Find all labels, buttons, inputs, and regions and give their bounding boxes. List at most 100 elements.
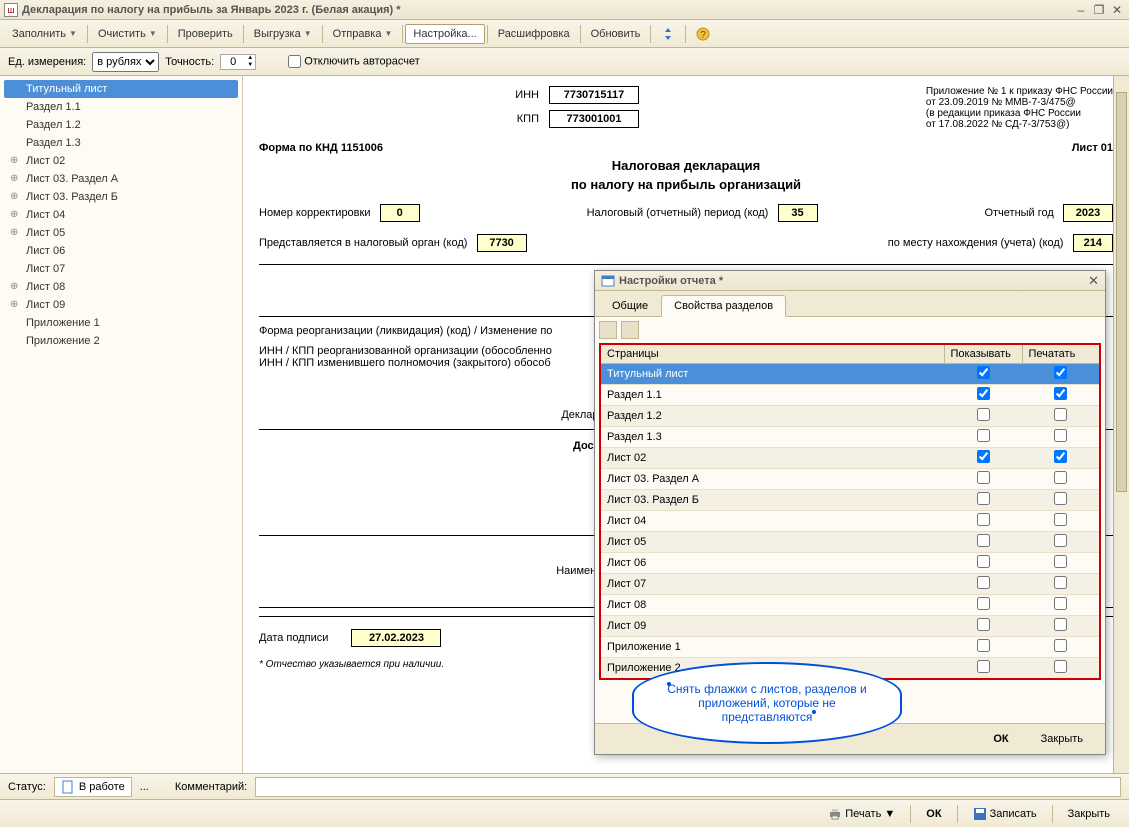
decode-button[interactable]: Расшифровка — [490, 24, 578, 44]
table-row[interactable]: Лист 03. Раздел Б — [600, 490, 1100, 511]
close-button-bottom[interactable]: Закрыть — [1057, 804, 1121, 824]
check-button[interactable]: Проверить — [170, 24, 241, 44]
nav-item[interactable]: Лист 08 — [4, 278, 238, 296]
print-checkbox[interactable] — [1054, 639, 1067, 652]
export-button[interactable]: Выгрузка▼ — [246, 24, 320, 44]
nav-item[interactable]: Раздел 1.2 — [4, 116, 238, 134]
minimize-button[interactable]: – — [1073, 3, 1089, 17]
show-checkbox[interactable] — [977, 429, 990, 442]
table-row[interactable]: Лист 03. Раздел А — [600, 469, 1100, 490]
status-field[interactable]: В работе — [54, 777, 132, 797]
status-picker-button[interactable]: ... — [140, 781, 149, 793]
ok-button[interactable]: ОК — [915, 804, 952, 824]
print-checkbox[interactable] — [1054, 492, 1067, 505]
precision-down[interactable]: ▼ — [245, 62, 255, 69]
nav-item[interactable]: Лист 07 — [4, 260, 238, 278]
save-button[interactable]: Записать — [962, 803, 1048, 825]
print-checkbox[interactable] — [1054, 618, 1067, 631]
send-button[interactable]: Отправка▼ — [325, 24, 401, 44]
dialog-ok-button[interactable]: ОК — [981, 730, 1020, 748]
print-checkbox[interactable] — [1054, 660, 1067, 673]
show-checkbox[interactable] — [977, 534, 990, 547]
table-row[interactable]: Лист 07 — [600, 574, 1100, 595]
table-row[interactable]: Лист 08 — [600, 595, 1100, 616]
show-checkbox[interactable] — [977, 597, 990, 610]
table-row[interactable]: Раздел 1.2 — [600, 406, 1100, 427]
inn-value[interactable]: 7730715117 — [549, 86, 639, 104]
precision-input[interactable] — [221, 56, 245, 68]
print-checkbox[interactable] — [1054, 513, 1067, 526]
show-checkbox[interactable] — [977, 408, 990, 421]
show-checkbox[interactable] — [977, 387, 990, 400]
organ-value[interactable]: 7730 — [477, 234, 527, 252]
print-checkbox[interactable] — [1054, 366, 1067, 379]
show-checkbox[interactable] — [977, 450, 990, 463]
help-icon[interactable]: ? — [688, 23, 718, 45]
nav-item[interactable]: Лист 03. Раздел А — [4, 170, 238, 188]
kpp-value[interactable]: 773001001 — [549, 110, 639, 128]
expand-all-icon[interactable] — [599, 321, 617, 339]
nav-item[interactable]: Лист 05 — [4, 224, 238, 242]
show-checkbox[interactable] — [977, 513, 990, 526]
units-select[interactable]: в рублях — [92, 52, 159, 72]
vertical-scrollbar[interactable] — [1113, 76, 1129, 773]
print-checkbox[interactable] — [1054, 534, 1067, 547]
nav-item[interactable]: Раздел 1.3 — [4, 134, 238, 152]
nav-item[interactable]: Лист 04 — [4, 206, 238, 224]
fill-button[interactable]: Заполнить▼ — [4, 24, 85, 44]
print-checkbox[interactable] — [1054, 471, 1067, 484]
refresh-button[interactable]: Обновить — [583, 24, 649, 44]
dialog-close-button[interactable]: Закрыть — [1029, 730, 1095, 748]
show-checkbox[interactable] — [977, 366, 990, 379]
table-row[interactable]: Раздел 1.1 — [600, 385, 1100, 406]
close-button[interactable]: ✕ — [1109, 3, 1125, 17]
collapse-all-icon[interactable] — [621, 321, 639, 339]
print-checkbox[interactable] — [1054, 597, 1067, 610]
print-checkbox[interactable] — [1054, 387, 1067, 400]
nav-item[interactable]: Титульный лист — [4, 80, 238, 98]
print-checkbox[interactable] — [1054, 450, 1067, 463]
table-row[interactable]: Раздел 1.3 — [600, 427, 1100, 448]
print-checkbox[interactable] — [1054, 576, 1067, 589]
table-row[interactable]: Лист 05 — [600, 532, 1100, 553]
show-checkbox[interactable] — [977, 576, 990, 589]
table-row[interactable]: Лист 02 — [600, 448, 1100, 469]
comment-input[interactable] — [255, 777, 1121, 797]
table-row[interactable]: Лист 04 — [600, 511, 1100, 532]
clear-button[interactable]: Очистить▼ — [90, 24, 165, 44]
autocalc-toggle[interactable]: Отключить авторасчет — [288, 55, 420, 68]
nav-item[interactable]: Приложение 1 — [4, 314, 238, 332]
nav-item[interactable]: Лист 06 — [4, 242, 238, 260]
nav-item[interactable]: Лист 09 — [4, 296, 238, 314]
dialog-close-icon[interactable]: ✕ — [1088, 273, 1099, 289]
precision-stepper[interactable]: ▲▼ — [220, 54, 256, 70]
table-row[interactable]: Лист 09 — [600, 616, 1100, 637]
print-checkbox[interactable] — [1054, 408, 1067, 421]
settings-button[interactable]: Настройка... — [405, 24, 484, 44]
show-checkbox[interactable] — [977, 492, 990, 505]
nav-item[interactable]: Лист 02 — [4, 152, 238, 170]
autocalc-checkbox[interactable] — [288, 55, 301, 68]
show-checkbox[interactable] — [977, 471, 990, 484]
maximize-button[interactable]: ❐ — [1091, 3, 1107, 17]
show-checkbox[interactable] — [977, 660, 990, 673]
table-row[interactable]: Приложение 1 — [600, 637, 1100, 658]
table-row[interactable]: Титульный лист — [600, 364, 1100, 385]
precision-up[interactable]: ▲ — [245, 55, 255, 62]
period-value[interactable]: 35 — [778, 204, 818, 222]
expand-collapse-icon[interactable] — [653, 23, 683, 45]
show-checkbox[interactable] — [977, 639, 990, 652]
show-checkbox[interactable] — [977, 618, 990, 631]
print-checkbox[interactable] — [1054, 429, 1067, 442]
nav-item[interactable]: Раздел 1.1 — [4, 98, 238, 116]
year-value[interactable]: 2023 — [1063, 204, 1113, 222]
correction-value[interactable]: 0 — [380, 204, 420, 222]
nav-item[interactable]: Приложение 2 — [4, 332, 238, 350]
sign-date-value[interactable]: 27.02.2023 — [351, 629, 441, 647]
print-checkbox[interactable] — [1054, 555, 1067, 568]
tab-general[interactable]: Общие — [599, 295, 661, 317]
tab-sections[interactable]: Свойства разделов — [661, 295, 786, 317]
nav-item[interactable]: Лист 03. Раздел Б — [4, 188, 238, 206]
show-checkbox[interactable] — [977, 555, 990, 568]
place-value[interactable]: 214 — [1073, 234, 1113, 252]
